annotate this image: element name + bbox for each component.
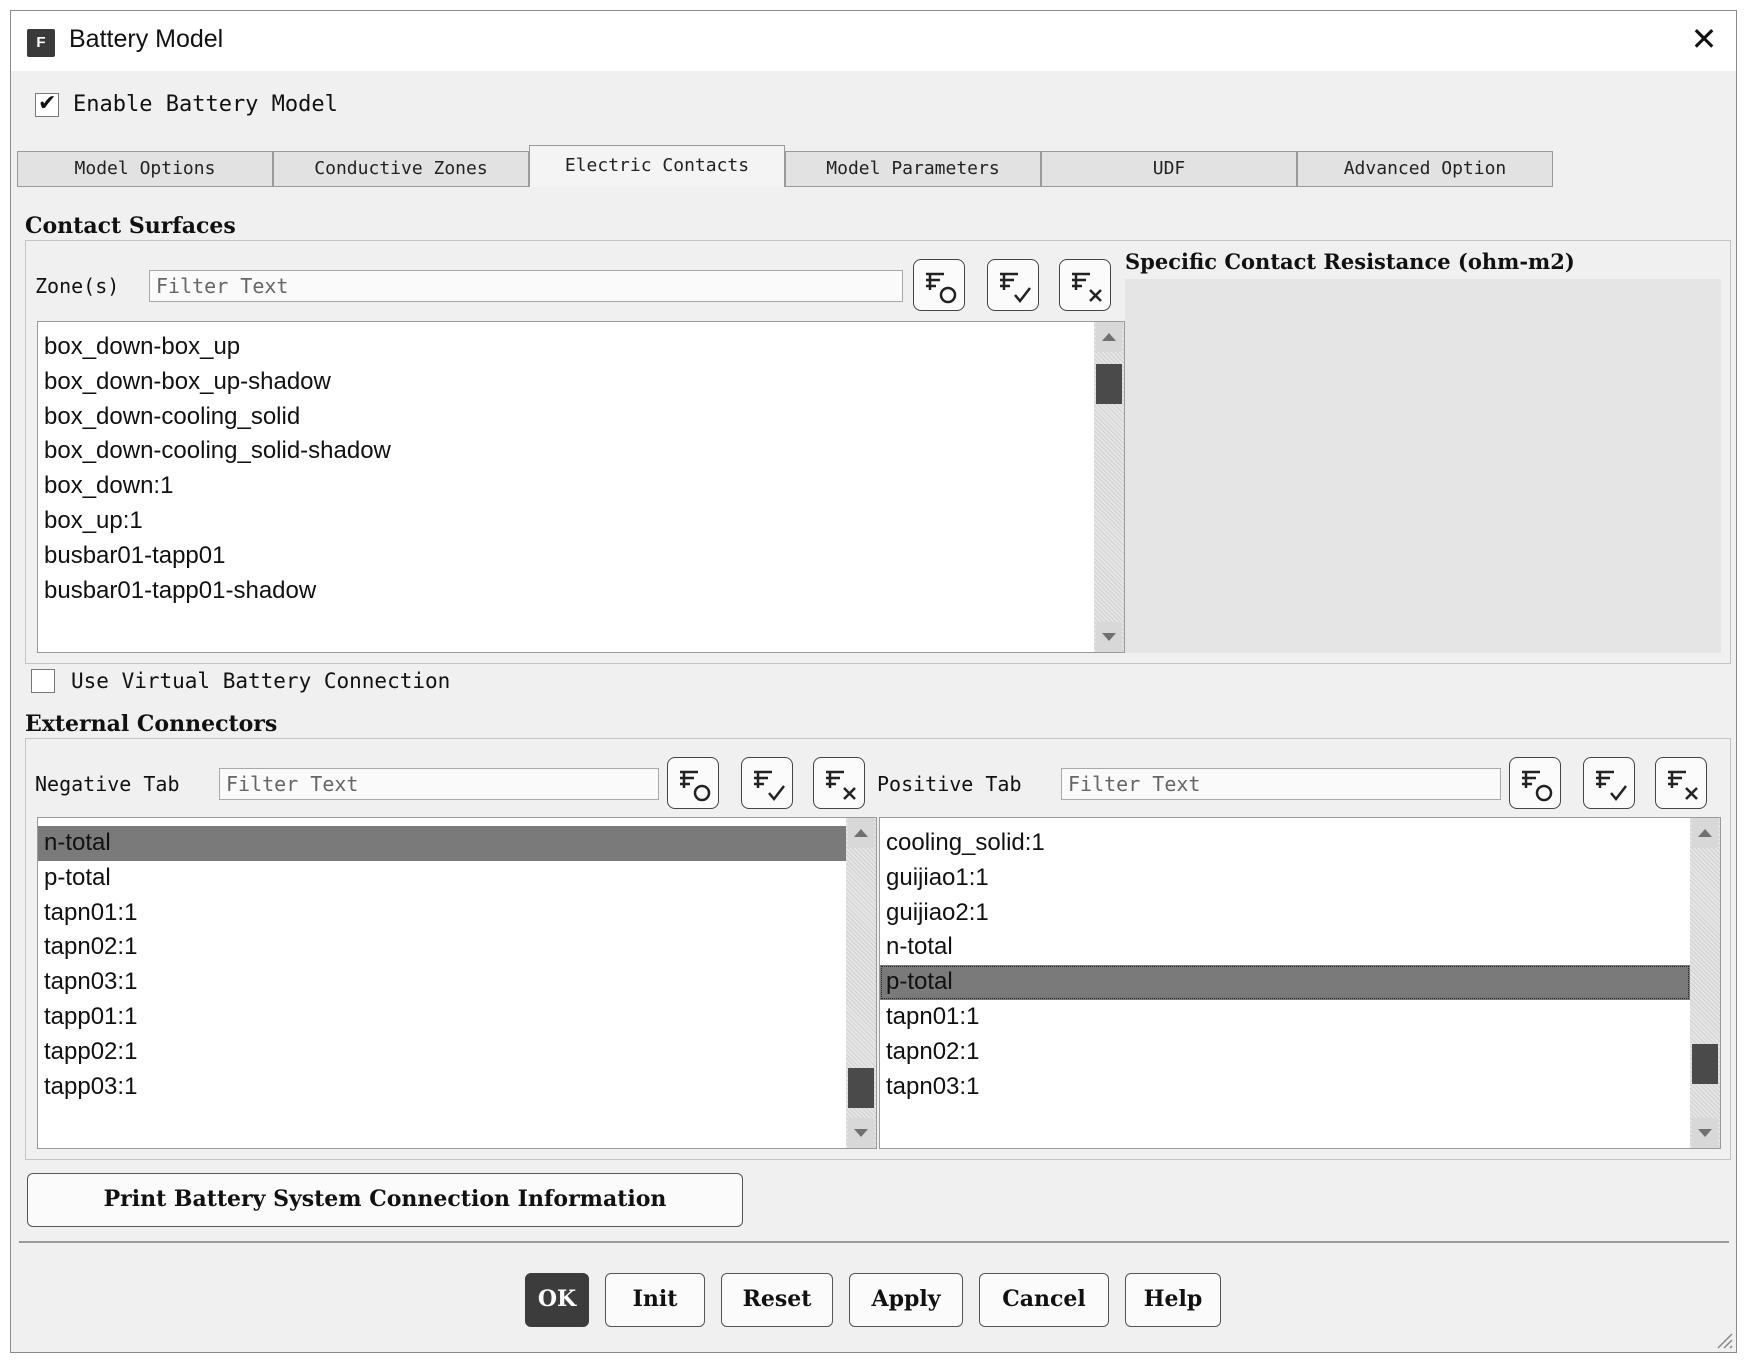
scroll-up-icon[interactable]: [1096, 322, 1122, 352]
tab-udf[interactable]: UDF: [1041, 151, 1297, 187]
positive-tab-list[interactable]: cooling_solid:1 guijiao1:1 guijiao2:1 n-…: [879, 817, 1721, 1149]
scroll-thumb[interactable]: [1692, 1044, 1718, 1084]
list-item[interactable]: box_down-cooling_solid-shadow: [38, 434, 1094, 469]
list-item[interactable]: tapn02:1: [880, 1035, 1690, 1070]
app-icon: F: [27, 29, 55, 57]
list-item[interactable]: tapp01:1: [38, 1000, 846, 1035]
print-connection-info-button[interactable]: Print Battery System Connection Informat…: [27, 1173, 743, 1227]
positive-tab-filter-input[interactable]: [1061, 768, 1501, 800]
negative-filter-reset-icon[interactable]: [667, 757, 719, 809]
scroll-up-icon[interactable]: [848, 818, 874, 848]
list-item[interactable]: tapn03:1: [880, 1070, 1690, 1105]
list-item[interactable]: guijiao2:1: [880, 896, 1690, 931]
positive-filter-reset-icon[interactable]: [1509, 757, 1561, 809]
list-item[interactable]: tapn01:1: [38, 896, 846, 931]
negative-select-all-icon[interactable]: [741, 757, 793, 809]
list-item[interactable]: box_down-box_up-shadow: [38, 365, 1094, 400]
scroll-thumb[interactable]: [848, 1068, 874, 1108]
contact-resistance-label: Specific Contact Resistance (ohm-m2): [1125, 249, 1575, 274]
negative-tab-label: Negative Tab: [35, 772, 180, 796]
enable-battery-model-checkbox[interactable]: [35, 91, 59, 117]
list-item[interactable]: p-total: [880, 965, 1690, 1000]
list-item[interactable]: guijiao1:1: [880, 861, 1690, 896]
negative-deselect-all-icon[interactable]: [813, 757, 865, 809]
enable-battery-model-label: Enable Battery Model: [73, 92, 338, 117]
ok-button[interactable]: OK: [525, 1273, 589, 1327]
scroll-up-icon[interactable]: [1692, 818, 1718, 848]
zones-deselect-all-icon[interactable]: [1059, 259, 1111, 311]
title-bar: F Battery Model ✕: [11, 11, 1736, 71]
list-item[interactable]: box_down-box_up: [38, 330, 1094, 365]
zones-filter-input[interactable]: [149, 270, 903, 302]
list-item[interactable]: p-total: [38, 861, 846, 896]
tab-model-parameters[interactable]: Model Parameters: [785, 151, 1041, 187]
negative-tab-list[interactable]: n-total p-total tapn01:1 tapn02:1 tapn03…: [37, 817, 877, 1149]
zones-list[interactable]: box_down-box_up box_down-box_up-shadow b…: [37, 321, 1125, 653]
apply-button[interactable]: Apply: [849, 1273, 963, 1327]
tab-model-options[interactable]: Model Options: [17, 151, 273, 187]
list-item[interactable]: n-total: [880, 930, 1690, 965]
negative-list-scrollbar[interactable]: [846, 818, 876, 1148]
scroll-down-icon[interactable]: [848, 1118, 874, 1148]
separator: [19, 1241, 1729, 1243]
virtual-battery-connection-checkbox[interactable]: [31, 669, 55, 693]
list-item[interactable]: tapn02:1: [38, 930, 846, 965]
tab-bar: Model Options Conductive Zones Electric …: [17, 145, 1733, 187]
list-item[interactable]: tapn01:1: [880, 1000, 1690, 1035]
reset-button[interactable]: Reset: [721, 1273, 833, 1327]
list-item[interactable]: box_down:1: [38, 469, 1094, 504]
virtual-battery-connection-label: Use Virtual Battery Connection: [71, 669, 451, 693]
zones-label: Zone(s): [35, 274, 120, 298]
positive-tab-label: Positive Tab: [877, 772, 1022, 796]
help-button[interactable]: Help: [1125, 1273, 1221, 1327]
tab-conductive-zones[interactable]: Conductive Zones: [273, 151, 529, 187]
resize-grip-icon[interactable]: [1712, 1328, 1734, 1350]
list-item[interactable]: tapn03:1: [38, 965, 846, 1000]
positive-select-all-icon[interactable]: [1583, 757, 1635, 809]
positive-deselect-all-icon[interactable]: [1655, 757, 1707, 809]
tab-electric-contacts[interactable]: Electric Contacts: [529, 145, 785, 187]
zones-list-scrollbar[interactable]: [1094, 322, 1124, 652]
negative-tab-filter-input[interactable]: [219, 768, 659, 800]
list-item[interactable]: n-total: [38, 826, 846, 861]
external-connectors-title: External Connectors: [25, 711, 278, 737]
tab-advanced-option[interactable]: Advanced Option: [1297, 151, 1553, 187]
list-item[interactable]: tapp02:1: [38, 1035, 846, 1070]
list-item[interactable]: box_down-cooling_solid: [38, 400, 1094, 435]
list-item[interactable]: box_up:1: [38, 504, 1094, 539]
list-item[interactable]: cooling_solid:1: [880, 826, 1690, 861]
cancel-button[interactable]: Cancel: [979, 1273, 1109, 1327]
positive-list-scrollbar[interactable]: [1690, 818, 1720, 1148]
init-button[interactable]: Init: [605, 1273, 705, 1327]
zones-select-all-icon[interactable]: [987, 259, 1039, 311]
battery-model-dialog: F Battery Model ✕ Enable Battery Model M…: [10, 10, 1737, 1353]
contact-surfaces-title: Contact Surfaces: [25, 213, 236, 239]
scroll-down-icon[interactable]: [1096, 622, 1122, 652]
window-title: Battery Model: [69, 25, 224, 53]
list-item[interactable]: busbar01-tapp01: [38, 539, 1094, 574]
contact-resistance-panel: [1125, 279, 1721, 653]
list-item[interactable]: busbar01-tapp01-shadow: [38, 574, 1094, 609]
close-icon[interactable]: ✕: [1684, 17, 1724, 61]
scroll-down-icon[interactable]: [1692, 1118, 1718, 1148]
list-item[interactable]: tapp03:1: [38, 1070, 846, 1105]
scroll-thumb[interactable]: [1096, 364, 1122, 404]
zones-filter-reset-icon[interactable]: [913, 259, 965, 311]
